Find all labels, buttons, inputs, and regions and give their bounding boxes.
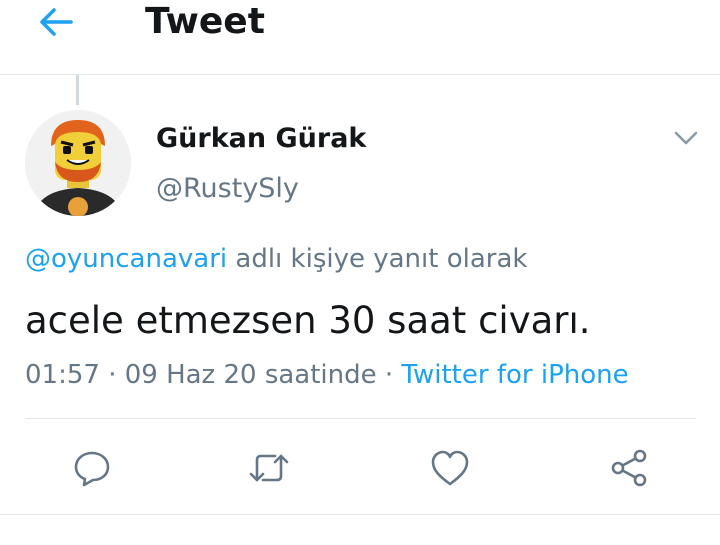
lego-minifigure-avatar-icon — [25, 110, 131, 216]
page-title: Tweet — [145, 1, 265, 42]
retweet-button[interactable] — [245, 444, 293, 492]
bottom-divider — [0, 514, 720, 515]
like-button[interactable] — [426, 444, 474, 492]
reply-icon — [74, 451, 110, 487]
tweet-menu-button[interactable] — [672, 124, 700, 152]
tweet-meta: 01:57 · 09 Haz 20 saatinde · Twitter for… — [25, 358, 629, 392]
reply-mention-link[interactable]: @oyuncanavari — [25, 244, 227, 274]
chevron-down-icon — [674, 131, 698, 145]
retweet-icon — [249, 454, 289, 482]
top-bar: Tweet — [0, 0, 720, 75]
share-icon — [611, 449, 647, 487]
tweet-timestamp: 01:57 · 09 Haz 20 saatinde · — [25, 360, 402, 390]
heart-icon — [431, 450, 469, 486]
tweet-text: acele etmezsen 30 saat civarı. — [25, 299, 591, 342]
author-handle[interactable]: @RustySly — [156, 172, 299, 206]
avatar[interactable] — [25, 110, 131, 216]
tweet-actions-bar — [0, 440, 720, 496]
divider — [25, 418, 696, 419]
reply-context-text: adlı kişiye yanıt olarak — [227, 244, 528, 274]
author-display-name[interactable]: Gürkan Gürak — [156, 122, 366, 156]
tweet-source-link[interactable]: Twitter for iPhone — [401, 360, 628, 390]
share-button[interactable] — [605, 444, 653, 492]
reply-button[interactable] — [68, 444, 116, 492]
arrow-left-icon — [40, 8, 73, 36]
thread-connector-line — [76, 75, 79, 105]
back-button[interactable] — [36, 2, 76, 42]
reply-context: @oyuncanavari adlı kişiye yanıt olarak — [25, 242, 527, 276]
